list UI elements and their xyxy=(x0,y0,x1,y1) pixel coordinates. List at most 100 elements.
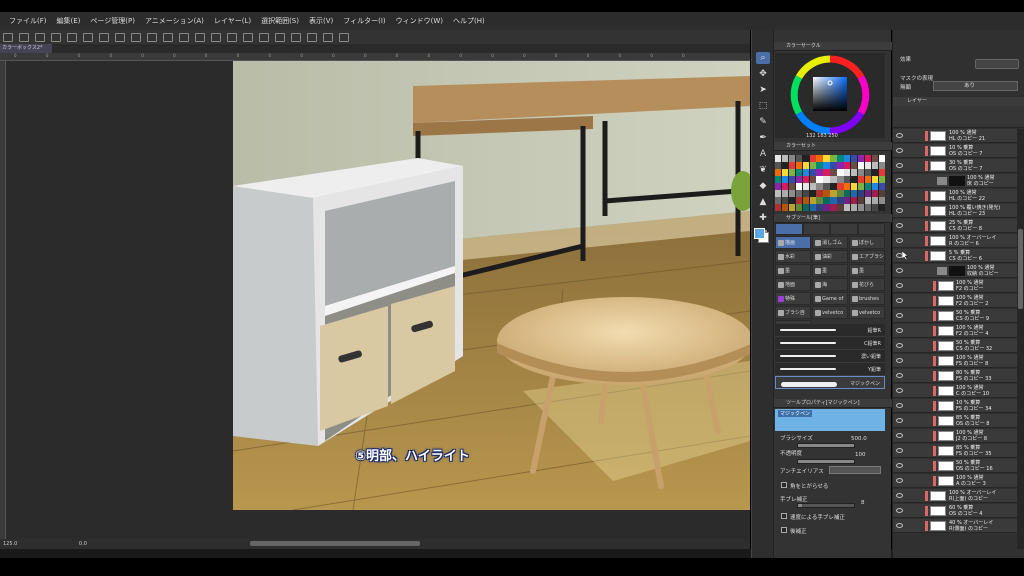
color-chip[interactable] xyxy=(830,169,837,176)
color-chip[interactable] xyxy=(809,162,816,169)
gradient-tool-icon[interactable]: ▲ xyxy=(756,196,770,208)
layer-row[interactable]: 10 % 乗算 FS のコピー 34 xyxy=(893,399,1017,413)
select-tool-icon[interactable]: ⬚ xyxy=(756,100,770,112)
color-set-palette[interactable] xyxy=(775,155,885,211)
angle-readout[interactable]: 0.0 xyxy=(79,541,87,547)
toolbar-button[interactable] xyxy=(259,32,269,42)
color-chip[interactable] xyxy=(823,176,830,183)
eyedropper-tool-icon[interactable]: ✎ xyxy=(756,116,770,128)
eye-icon[interactable] xyxy=(896,283,903,288)
eye-icon[interactable] xyxy=(896,388,903,393)
color-chip[interactable] xyxy=(788,162,796,169)
color-chip[interactable] xyxy=(878,162,885,169)
color-chip[interactable] xyxy=(816,162,823,169)
color-chip[interactable] xyxy=(775,183,782,190)
layer-row[interactable]: 50 % 乗算 CS のコピー 32 xyxy=(893,339,1017,353)
color-chip[interactable] xyxy=(871,162,879,169)
fill-tool-icon[interactable]: ◆ xyxy=(756,180,770,192)
color-chip[interactable] xyxy=(864,176,872,183)
color-chip[interactable] xyxy=(837,162,844,169)
color-chip[interactable] xyxy=(816,204,823,211)
color-chip[interactable] xyxy=(864,169,872,176)
toolbar-button[interactable] xyxy=(179,32,189,42)
color-chip[interactable] xyxy=(850,176,858,183)
layer-row[interactable]: 30 % 乗算 OS のコピー 7 xyxy=(893,159,1017,173)
eye-icon[interactable] xyxy=(896,193,903,198)
eye-icon[interactable] xyxy=(896,133,903,138)
color-chip[interactable] xyxy=(781,162,789,169)
menu-item[interactable]: アニメーション(A) xyxy=(140,16,209,26)
color-chip[interactable] xyxy=(864,183,872,190)
eye-icon[interactable] xyxy=(896,448,903,453)
color-chip[interactable] xyxy=(809,176,816,183)
eye-icon[interactable] xyxy=(896,373,903,378)
color-chip[interactable] xyxy=(781,176,789,183)
color-chip[interactable] xyxy=(781,169,789,176)
color-chip[interactable] xyxy=(837,190,844,197)
layer-scrollbar[interactable] xyxy=(1017,129,1024,549)
text-tool-icon[interactable]: A xyxy=(756,148,770,160)
layer-row[interactable]: 100 % 通常 J2 のコピー 8 xyxy=(893,429,1017,443)
color-chip[interactable] xyxy=(795,155,803,162)
brush-item[interactable]: 濃い鉛筆 xyxy=(775,350,885,363)
menu-item[interactable]: ページ管理(P) xyxy=(85,16,140,26)
color-chip[interactable] xyxy=(837,204,844,211)
color-chip[interactable] xyxy=(809,204,816,211)
color-chip[interactable] xyxy=(850,169,858,176)
eye-icon[interactable] xyxy=(896,268,903,273)
toolbar-button[interactable] xyxy=(3,32,13,42)
speed-stab-checkbox[interactable] xyxy=(781,513,787,519)
eye-icon[interactable] xyxy=(896,478,903,483)
color-chip[interactable] xyxy=(857,204,865,211)
color-chip[interactable] xyxy=(844,197,851,204)
eye-icon[interactable] xyxy=(896,343,903,348)
subtool-item[interactable]: velvetco xyxy=(849,306,885,319)
color-chip[interactable] xyxy=(802,183,810,190)
menu-item[interactable]: 編集(E) xyxy=(52,16,86,26)
toolbar-button[interactable] xyxy=(339,32,349,42)
color-chip[interactable] xyxy=(864,204,872,211)
menu-item[interactable]: フィルター(I) xyxy=(338,16,390,26)
toolbar-button[interactable] xyxy=(227,32,237,42)
layer-row[interactable]: 50 % 乗算 OS のコピー 16 xyxy=(893,459,1017,473)
eye-icon[interactable] xyxy=(896,163,903,168)
color-chip[interactable] xyxy=(844,162,851,169)
color-chip[interactable] xyxy=(816,176,823,183)
toolbar-button[interactable] xyxy=(51,32,61,42)
subtool-item[interactable]: 地面 xyxy=(775,278,811,291)
color-chip[interactable] xyxy=(857,162,865,169)
color-chip[interactable] xyxy=(816,155,823,162)
color-chip[interactable] xyxy=(864,155,872,162)
subtool-item[interactable]: ブラシ自 xyxy=(775,306,811,319)
color-chip[interactable] xyxy=(857,183,865,190)
eye-icon[interactable] xyxy=(896,463,903,468)
layer-row[interactable]: 100 % 通常 F2 のコピー 4 xyxy=(893,324,1017,338)
color-chip[interactable] xyxy=(871,190,879,197)
eye-icon[interactable] xyxy=(896,148,903,153)
color-chip[interactable] xyxy=(809,183,816,190)
color-chip[interactable] xyxy=(864,162,872,169)
color-chip[interactable] xyxy=(850,155,858,162)
layer-row[interactable]: 100 % オーバーレイ R のコピー 6 xyxy=(893,234,1017,248)
color-chip[interactable] xyxy=(837,176,844,183)
toolbar-button[interactable] xyxy=(211,32,221,42)
color-chip[interactable] xyxy=(844,176,851,183)
color-chip[interactable] xyxy=(788,183,796,190)
zoom-readout[interactable]: 125.0 xyxy=(3,541,17,547)
color-chip[interactable] xyxy=(837,169,844,176)
color-chip[interactable] xyxy=(775,169,782,176)
color-chip[interactable] xyxy=(781,204,789,211)
toolbar-button[interactable] xyxy=(243,32,253,42)
color-chip[interactable] xyxy=(775,176,782,183)
move-tool-icon[interactable]: ✥ xyxy=(756,68,770,80)
subtool-tab[interactable] xyxy=(830,223,858,235)
color-chip[interactable] xyxy=(802,190,810,197)
color-chip[interactable] xyxy=(816,183,823,190)
post-correction-checkbox[interactable] xyxy=(781,527,787,533)
toolbar-button[interactable] xyxy=(67,32,77,42)
color-wheel[interactable] xyxy=(775,53,885,138)
subtool-item[interactable]: 墨 xyxy=(775,264,811,277)
antialias-selector[interactable] xyxy=(829,466,881,474)
stabilization-value[interactable]: 8 xyxy=(861,500,865,506)
color-chip[interactable] xyxy=(844,204,851,211)
